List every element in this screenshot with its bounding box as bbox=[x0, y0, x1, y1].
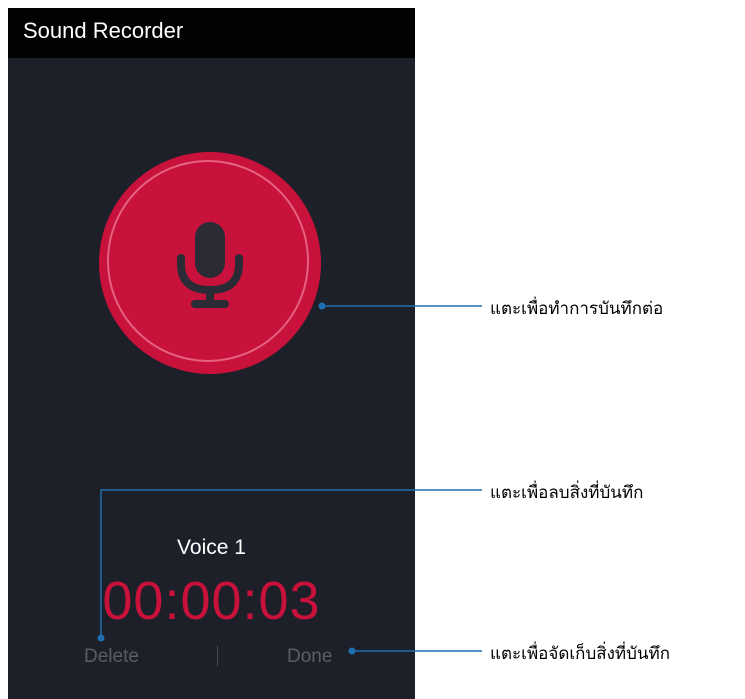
callout-dot-resume bbox=[318, 302, 326, 310]
callout-lines bbox=[97, 302, 482, 655]
callout-dot-save bbox=[348, 647, 356, 655]
callout-dot-delete bbox=[97, 634, 105, 642]
callout-resume-text: แตะเพื่อทำการบันทึกต่อ bbox=[490, 299, 664, 319]
callout-save-text: แตะเพื่อจัดเก็บสิ่งที่บันทึก bbox=[490, 644, 671, 664]
callout-delete-text: แตะเพื่อลบสิ่งที่บันทึก bbox=[490, 483, 644, 503]
callout-line-delete bbox=[100, 489, 482, 638]
